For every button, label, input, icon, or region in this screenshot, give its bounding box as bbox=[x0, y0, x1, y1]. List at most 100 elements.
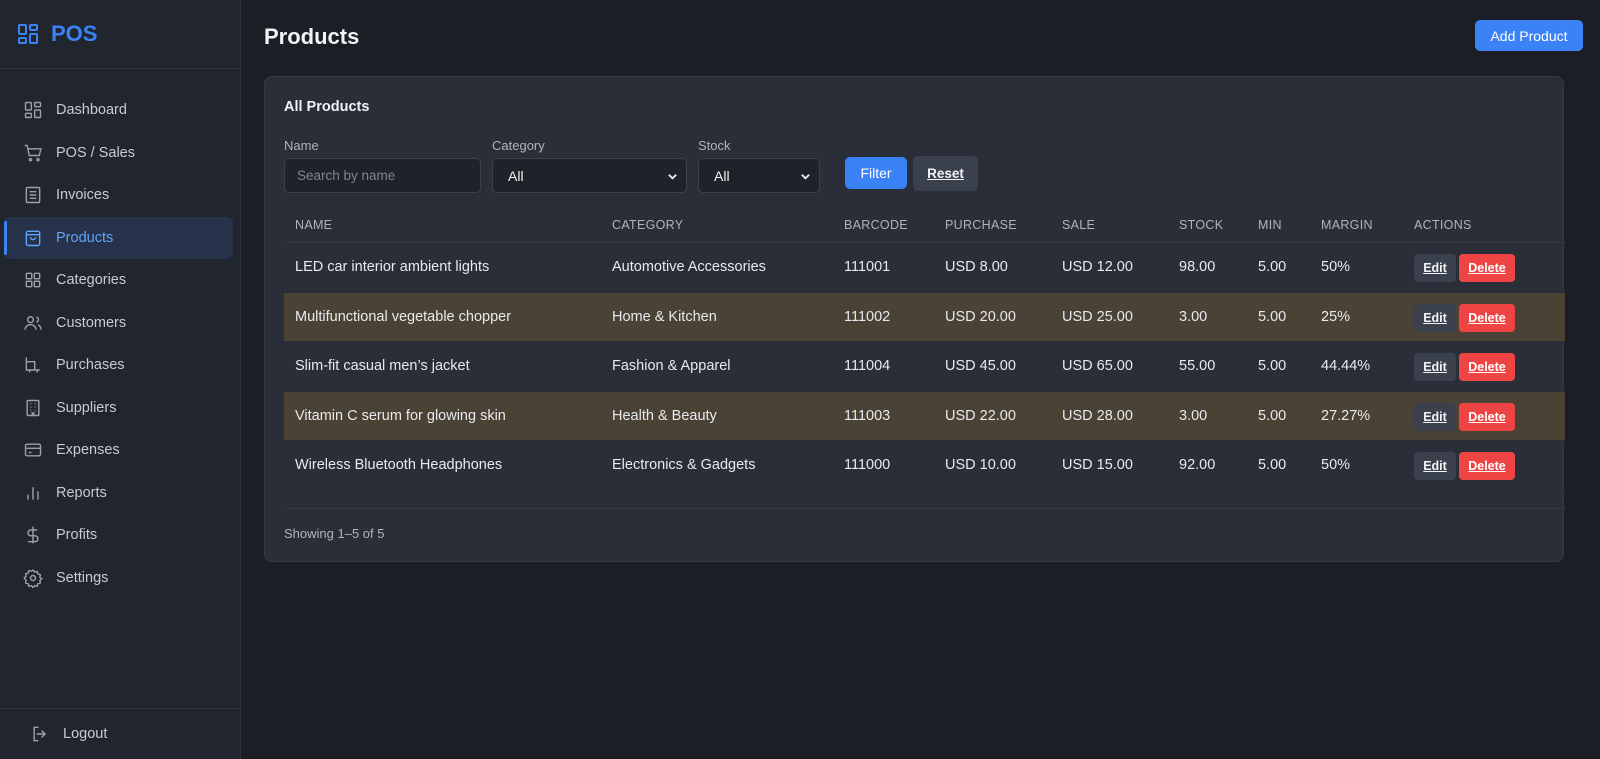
sidebar-item-label: Profits bbox=[56, 527, 98, 543]
cell-min: 5.00 bbox=[1258, 407, 1287, 424]
card-title: All Products bbox=[284, 99, 370, 115]
cell-barcode: 111000 bbox=[844, 457, 891, 473]
cell-category: Health & Beauty bbox=[612, 407, 717, 424]
delete-button[interactable]: Delete bbox=[1459, 402, 1515, 431]
sidebar-item-customers[interactable]: Customers bbox=[4, 302, 233, 344]
table-row: Multifunctional vegetable chopper Home &… bbox=[284, 292, 1565, 342]
delete-button[interactable]: Delete bbox=[1459, 254, 1515, 282]
table-row: LED car interior ambient lights Automoti… bbox=[284, 243, 1565, 293]
table-row: Wireless Bluetooth Headphones Electronic… bbox=[284, 441, 1565, 491]
edit-button[interactable]: Edit bbox=[1414, 402, 1456, 431]
dashboard-icon bbox=[24, 101, 42, 119]
building-icon bbox=[26, 399, 40, 416]
cell-barcode: 111003 bbox=[844, 407, 891, 424]
edit-button[interactable]: Edit bbox=[1414, 452, 1456, 480]
main-content: Products Add Product All Products Name C… bbox=[241, 0, 1600, 759]
cell-category: Automotive Accessories bbox=[612, 259, 766, 275]
sidebar-item-label: Purchases bbox=[56, 357, 125, 373]
sidebar-item-label: POS / Sales bbox=[56, 144, 135, 161]
sidebar-item-reports[interactable]: Reports bbox=[4, 472, 233, 514]
name-search-input[interactable] bbox=[284, 158, 481, 193]
sidebar-item-suppliers[interactable]: Suppliers bbox=[4, 387, 233, 429]
sidebar-item-pos-sales[interactable]: POS / Sales bbox=[4, 132, 233, 174]
chevron-down-icon bbox=[801, 174, 810, 180]
cell-min: 5.00 bbox=[1258, 457, 1287, 473]
category-select[interactable]: All bbox=[492, 158, 687, 193]
card-icon bbox=[24, 443, 42, 457]
cell-purchase: USD 20.00 bbox=[945, 308, 1016, 325]
cell-barcode: 111004 bbox=[844, 358, 891, 374]
filter-button[interactable]: Filter bbox=[845, 157, 907, 189]
cell-name: Multifunctional vegetable chopper bbox=[295, 308, 512, 325]
page-title: Products bbox=[264, 24, 360, 49]
sidebar-item-invoices[interactable]: Invoices bbox=[4, 174, 233, 216]
delete-button[interactable]: Delete bbox=[1459, 452, 1515, 480]
dollar-icon bbox=[27, 526, 39, 544]
cell-purchase: USD 8.00 bbox=[945, 259, 1008, 275]
users-icon bbox=[24, 315, 42, 330]
sidebar-item-label: Categories bbox=[56, 272, 127, 288]
cell-min: 5.00 bbox=[1258, 308, 1287, 325]
sidebar-item-label: Customers bbox=[56, 314, 127, 331]
brand[interactable]: POS bbox=[0, 0, 240, 69]
pos-logo-icon bbox=[18, 24, 38, 44]
cell-sale: USD 25.00 bbox=[1062, 308, 1133, 325]
cell-sale: USD 12.00 bbox=[1062, 259, 1133, 275]
cell-barcode: 111001 bbox=[844, 259, 891, 275]
cell-name: Wireless Bluetooth Headphones bbox=[295, 457, 503, 473]
cell-stock: 55.00 bbox=[1179, 358, 1216, 374]
sidebar-item-label: Invoices bbox=[56, 187, 110, 203]
column-header-min: MIN bbox=[1258, 218, 1282, 232]
cell-barcode: 111002 bbox=[844, 308, 891, 325]
cart-icon bbox=[24, 144, 42, 161]
cell-purchase: USD 10.00 bbox=[945, 457, 1016, 473]
column-header-category: CATEGORY bbox=[612, 218, 684, 232]
edit-button[interactable]: Edit bbox=[1414, 303, 1456, 332]
sidebar: POS Dashboard POS / Sales Invoices Produ… bbox=[0, 0, 241, 759]
sidebar-item-purchases[interactable]: Purchases bbox=[4, 344, 233, 386]
column-header-stock: STOCK bbox=[1179, 218, 1224, 232]
gear-icon bbox=[23, 568, 43, 588]
sidebar-item-settings[interactable]: Settings bbox=[4, 557, 233, 599]
column-header-actions: ACTIONS bbox=[1414, 218, 1472, 232]
cell-sale: USD 15.00 bbox=[1062, 457, 1133, 473]
cell-name: Vitamin C serum for glowing skin bbox=[295, 407, 506, 424]
reset-button[interactable]: Reset bbox=[913, 156, 978, 191]
stock-select[interactable]: All bbox=[698, 158, 820, 193]
cell-category: Fashion & Apparel bbox=[612, 358, 731, 374]
cell-purchase: USD 22.00 bbox=[945, 407, 1016, 424]
column-header-name: NAME bbox=[295, 218, 333, 232]
purchase-icon bbox=[25, 357, 40, 373]
add-product-button[interactable]: Add Product bbox=[1475, 20, 1583, 51]
cell-category: Electronics & Gadgets bbox=[612, 457, 756, 473]
sidebar-item-categories[interactable]: Categories bbox=[4, 259, 233, 301]
column-header-margin: MARGIN bbox=[1321, 218, 1373, 232]
sidebar-item-products[interactable]: Products bbox=[4, 216, 233, 259]
delete-button[interactable]: Delete bbox=[1459, 353, 1515, 381]
cell-name: Slim-fit casual men’s jacket bbox=[295, 358, 470, 374]
cell-stock: 92.00 bbox=[1179, 457, 1216, 473]
delete-button[interactable]: Delete bbox=[1459, 303, 1515, 332]
products-card: All Products Name Category All Stock All… bbox=[264, 76, 1565, 562]
edit-button[interactable]: Edit bbox=[1414, 254, 1456, 282]
products-table: NAME CATEGORY BARCODE PURCHASE SALE STOC… bbox=[284, 210, 1565, 491]
cell-margin: 50% bbox=[1321, 457, 1351, 473]
sidebar-item-expenses[interactable]: Expenses bbox=[4, 429, 233, 471]
cell-name: LED car interior ambient lights bbox=[295, 259, 490, 275]
column-header-sale: SALE bbox=[1062, 218, 1096, 232]
column-header-barcode: BARCODE bbox=[844, 218, 908, 232]
edit-button[interactable]: Edit bbox=[1414, 353, 1456, 381]
category-select-value: All bbox=[508, 167, 524, 184]
sidebar-item-profits[interactable]: Profits bbox=[4, 514, 233, 556]
cell-margin: 25% bbox=[1321, 308, 1351, 325]
sidebar-item-label: Expenses bbox=[56, 442, 120, 458]
brand-name: POS bbox=[51, 21, 98, 46]
cell-sale: USD 65.00 bbox=[1062, 358, 1133, 374]
cell-margin: 27.27% bbox=[1321, 407, 1371, 424]
sidebar-item-label: Products bbox=[56, 229, 114, 246]
cell-category: Home & Kitchen bbox=[612, 308, 717, 325]
sidebar-item-dashboard[interactable]: Dashboard bbox=[4, 89, 233, 131]
table-row: Vitamin C serum for glowing skin Health … bbox=[284, 391, 1565, 441]
logout-button[interactable]: Logout bbox=[0, 708, 240, 759]
stock-select-value: All bbox=[714, 167, 730, 184]
